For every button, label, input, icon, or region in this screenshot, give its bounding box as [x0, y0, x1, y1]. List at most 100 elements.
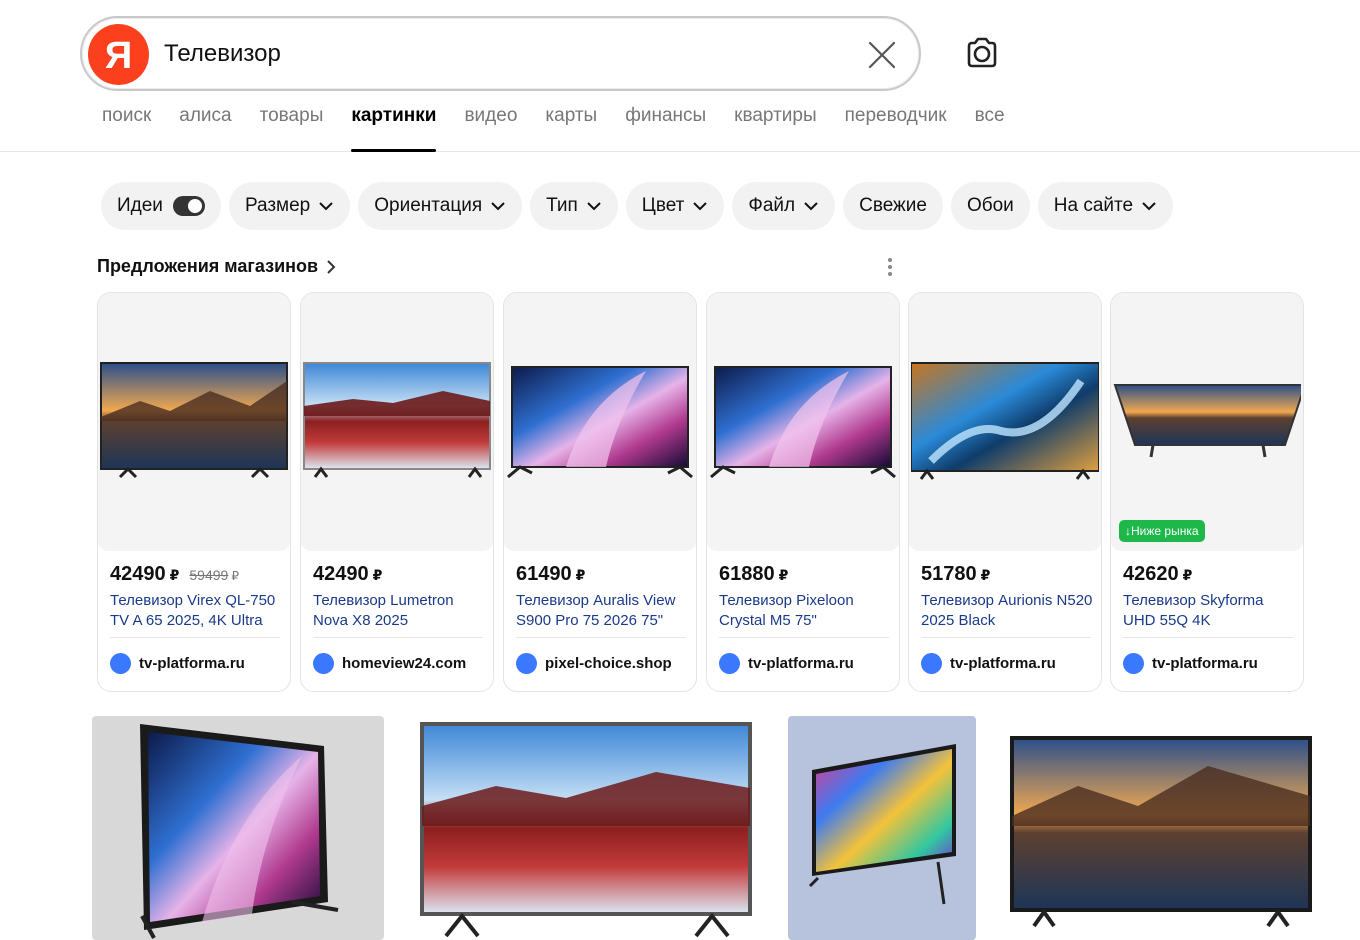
product-image	[504, 293, 696, 551]
search-input[interactable]	[164, 36, 844, 72]
tv-image	[808, 744, 956, 905]
shop-link[interactable]: pixel-choice.shop	[516, 653, 672, 674]
search-tabs: поиск алиса товары картинки видео карты …	[102, 104, 1033, 152]
price-row: 61880 ₽	[719, 563, 788, 586]
filter-bar: Идеи Размер Ориентация Тип Цвет Файл Све…	[101, 182, 1181, 230]
product-image	[707, 293, 899, 551]
shop-favicon-icon	[719, 653, 740, 674]
product-title[interactable]: Телевизор Auralis View S900 Pro 75 2026 …	[516, 591, 688, 631]
image-result[interactable]	[998, 716, 1324, 940]
filter-orientation[interactable]: Ориентация	[358, 182, 523, 230]
tab-products[interactable]: товары	[260, 104, 324, 152]
offer-card[interactable]: 51780 ₽ Телевизор Aurionis N520 2025 Bla…	[908, 292, 1102, 692]
price-row: 42490 ₽ 59499 ₽	[110, 563, 239, 586]
tv-image	[911, 362, 1099, 480]
filter-on-site-label: На сайте	[1053, 195, 1134, 216]
price: 61490	[516, 563, 572, 585]
shop-link[interactable]: tv-platforma.ru	[1123, 653, 1258, 674]
tv-image	[100, 362, 288, 479]
tab-finance[interactable]: финансы	[625, 104, 706, 152]
chevron-down-icon	[693, 202, 708, 211]
shop-name: homeview24.com	[342, 655, 467, 672]
search-box[interactable]: Я	[80, 16, 921, 91]
price-row: 51780 ₽	[921, 563, 990, 586]
chevron-down-icon	[1142, 202, 1156, 211]
filter-size[interactable]: Размер	[228, 182, 351, 230]
image-result[interactable]	[788, 716, 976, 940]
price-row: 61490 ₽	[516, 563, 585, 586]
tab-translator[interactable]: переводчик	[845, 104, 947, 152]
tab-maps[interactable]: карты	[545, 104, 597, 152]
product-title[interactable]: Телевизор Aurionis N520 2025 Black	[921, 591, 1093, 631]
product-title[interactable]: Телевизор Lumetron Nova X8 2025	[313, 591, 485, 631]
currency: ₽	[1182, 567, 1193, 583]
shop-favicon-icon	[516, 653, 537, 674]
tab-video[interactable]: видео	[464, 104, 517, 152]
currency: ₽	[980, 567, 991, 583]
tab-realty[interactable]: квартиры	[734, 104, 816, 152]
price: 61880	[719, 563, 775, 585]
product-image	[301, 293, 493, 551]
offer-card[interactable]: ↓Ниже рынка 42620 ₽ Телевизор Skyforma U…	[1110, 292, 1304, 692]
shop-link[interactable]: tv-platforma.ru	[719, 653, 854, 674]
offer-card[interactable]: 61490 ₽ Телевизор Auralis View S900 Pro …	[503, 292, 697, 692]
tab-alice[interactable]: алиса	[179, 104, 231, 152]
shop-link[interactable]: tv-platforma.ru	[110, 653, 245, 674]
camera-icon	[967, 37, 997, 68]
product-title[interactable]: Телевизор Skyforma UHD 55Q 4K	[1123, 591, 1295, 631]
offers-section-title[interactable]: Предложения магазинов	[97, 256, 336, 277]
ideas-toggle[interactable]	[172, 196, 205, 216]
filter-wallpapers-label: Обои	[966, 195, 1014, 216]
chevron-down-icon	[587, 202, 601, 211]
more-vertical-icon	[888, 258, 892, 276]
old-price: 59499	[189, 567, 229, 583]
price-row: 42490 ₽	[313, 563, 382, 586]
filter-fresh-label: Свежие	[859, 195, 927, 216]
svg-text:Я: Я	[105, 35, 132, 77]
filter-type[interactable]: Тип	[530, 182, 618, 230]
filter-color-label: Цвет	[641, 195, 685, 216]
price: 51780	[921, 563, 977, 585]
price: 42490	[313, 563, 369, 585]
filter-wallpapers[interactable]: Обои	[950, 182, 1030, 230]
image-result[interactable]	[406, 716, 766, 940]
tv-image	[1113, 384, 1301, 458]
filter-ideas-label: Идеи	[117, 195, 163, 216]
shop-link[interactable]: homeview24.com	[313, 653, 466, 674]
offer-card[interactable]: 42490 ₽ 59499 ₽ Телевизор Virex QL-750 T…	[97, 292, 291, 692]
chevron-right-icon	[327, 259, 336, 274]
tab-search[interactable]: поиск	[102, 104, 151, 152]
filter-file[interactable]: Файл	[732, 182, 836, 230]
tab-images[interactable]: картинки	[351, 104, 437, 152]
shop-name: tv-platforma.ru	[1152, 655, 1258, 672]
product-title[interactable]: Телевизор Virex QL-750 TV A 65 2025, 4K …	[110, 591, 282, 631]
shop-name: tv-platforma.ru	[950, 655, 1056, 672]
close-icon	[868, 41, 896, 69]
offer-card[interactable]: 42490 ₽ Телевизор Lumetron Nova X8 2025 …	[300, 292, 494, 692]
tab-all[interactable]: все	[975, 104, 1005, 152]
chevron-down-icon	[804, 202, 818, 211]
filter-on-site[interactable]: На сайте	[1037, 182, 1174, 230]
product-title[interactable]: Телевизор Pixeloon Crystal M5 75"	[719, 591, 891, 631]
offers-title-label: Предложения магазинов	[97, 256, 319, 276]
image-result[interactable]	[92, 716, 384, 940]
filter-file-label: Файл	[748, 195, 796, 216]
offer-card[interactable]: 61880 ₽ Телевизор Pixeloon Crystal M5 75…	[706, 292, 900, 692]
tv-image	[507, 366, 693, 479]
header: Я поиск алиса товары картинки видео карт…	[0, 0, 1360, 152]
filter-ideas[interactable]: Идеи	[101, 182, 221, 230]
filter-color[interactable]: Цвет	[625, 182, 725, 230]
shop-favicon-icon	[1123, 653, 1144, 674]
image-search-button[interactable]	[963, 36, 1001, 70]
shop-name: tv-platforma.ru	[139, 655, 245, 672]
price-row: 42620 ₽	[1123, 563, 1192, 586]
divider	[1123, 637, 1293, 638]
shop-name: pixel-choice.shop	[545, 655, 672, 672]
more-options-button[interactable]	[882, 256, 898, 278]
filter-type-label: Тип	[546, 195, 578, 216]
chevron-down-icon	[491, 202, 505, 211]
clear-search-button[interactable]	[867, 40, 897, 70]
filter-fresh[interactable]: Свежие	[843, 182, 943, 230]
yandex-logo[interactable]: Я	[88, 24, 149, 85]
shop-link[interactable]: tv-platforma.ru	[921, 653, 1056, 674]
